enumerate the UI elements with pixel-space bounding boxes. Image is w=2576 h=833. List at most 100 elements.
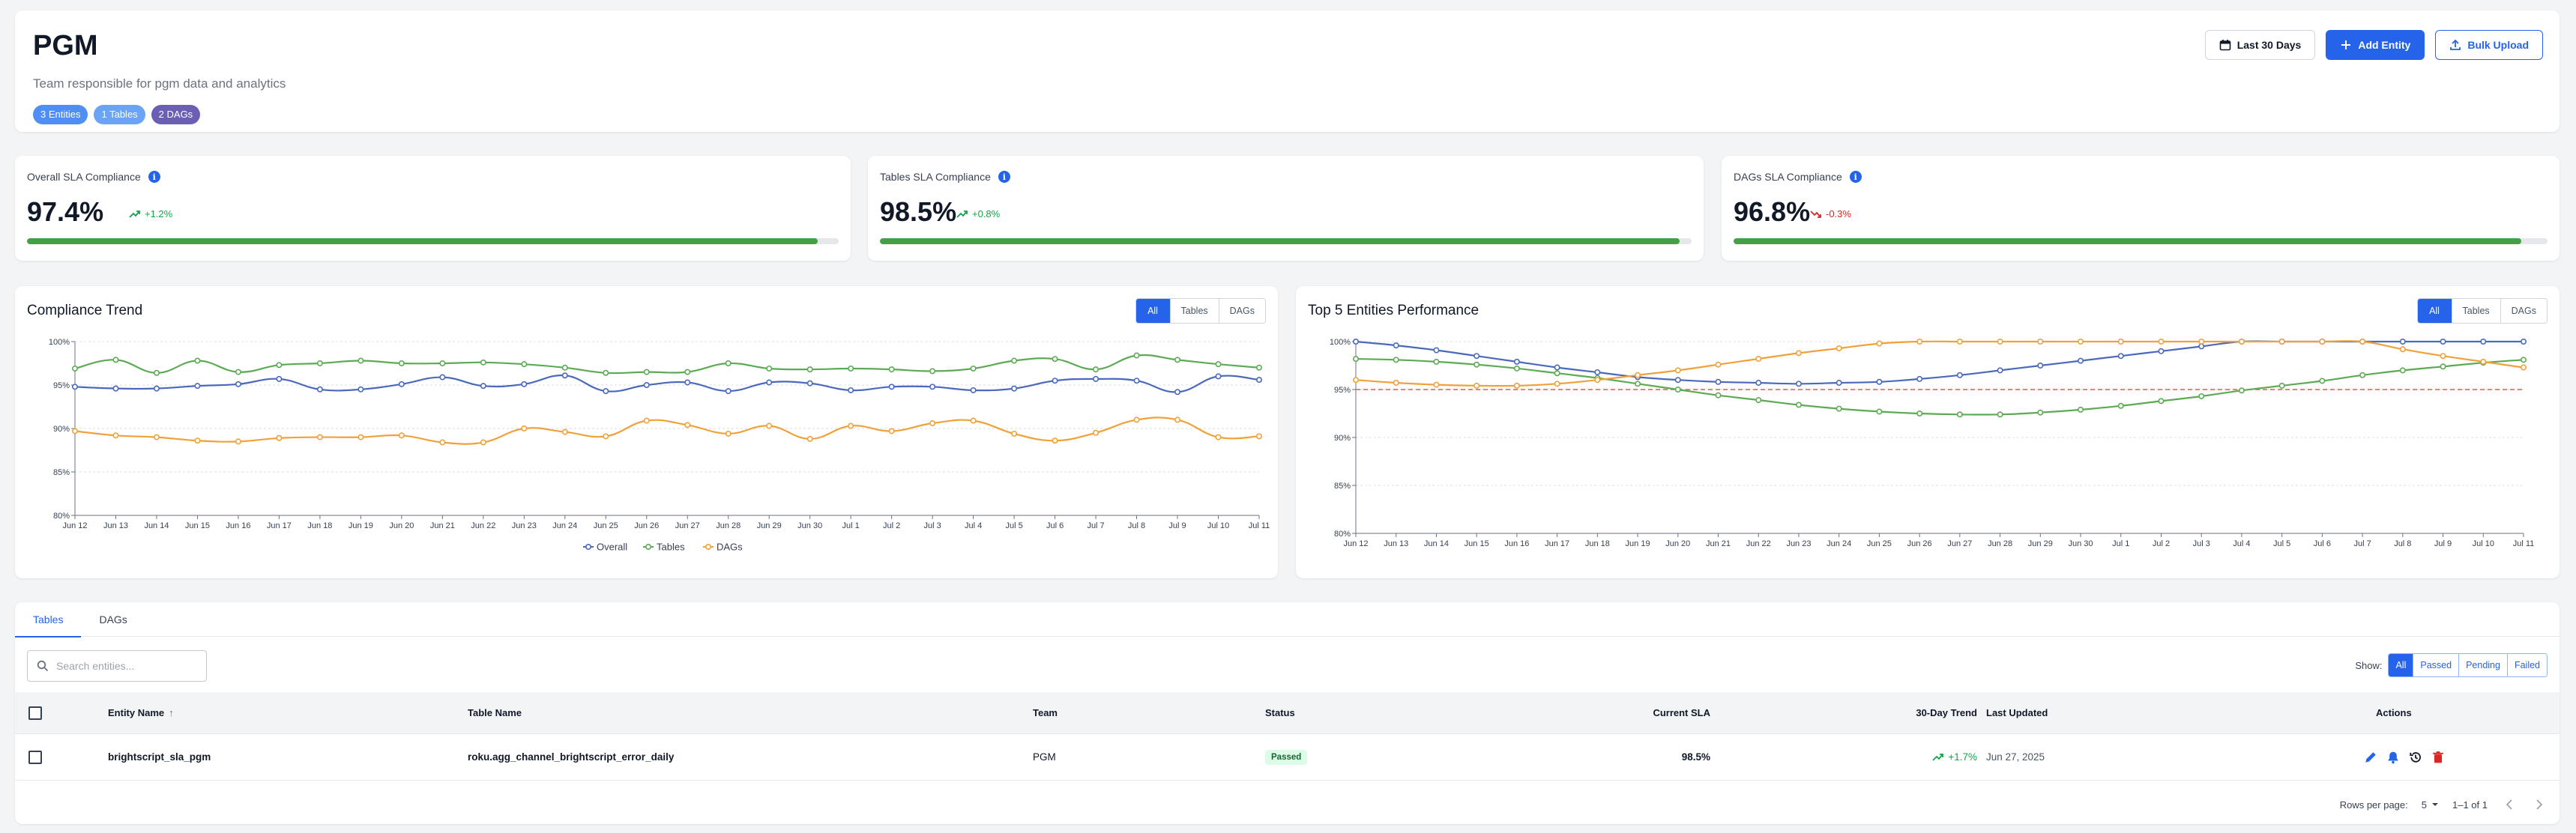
top-data-point[interactable] bbox=[1554, 370, 1560, 377]
top-data-point[interactable] bbox=[1997, 411, 2003, 418]
trend-data-point[interactable] bbox=[766, 379, 773, 386]
top-data-point[interactable] bbox=[1876, 408, 1883, 415]
trend-data-point[interactable] bbox=[316, 434, 323, 440]
trend-data-point[interactable] bbox=[1215, 373, 1222, 380]
tab-dags[interactable]: DAGs bbox=[81, 602, 145, 637]
trend-data-point[interactable] bbox=[235, 438, 241, 445]
trend-data-point[interactable] bbox=[1174, 416, 1181, 423]
top-data-point[interactable] bbox=[2198, 339, 2205, 345]
trend-data-point[interactable] bbox=[561, 372, 568, 379]
top-data-point[interactable] bbox=[1433, 347, 1440, 354]
trend-data-point[interactable] bbox=[970, 365, 977, 372]
top-data-point[interactable] bbox=[2158, 398, 2165, 405]
trend-data-point[interactable] bbox=[1093, 429, 1100, 436]
trend-data-point[interactable] bbox=[1052, 378, 1058, 384]
trend-data-point[interactable] bbox=[888, 428, 895, 434]
trend-data-point[interactable] bbox=[358, 357, 364, 364]
trend-data-point[interactable] bbox=[806, 435, 813, 442]
top-data-point[interactable] bbox=[2399, 339, 2406, 345]
top-data-point[interactable] bbox=[1916, 411, 1923, 417]
info-icon[interactable]: i bbox=[148, 171, 160, 183]
delete-icon[interactable] bbox=[2431, 751, 2445, 764]
trend-data-point[interactable] bbox=[480, 383, 486, 390]
top-data-point[interactable] bbox=[2440, 363, 2446, 370]
trend-data-point[interactable] bbox=[521, 381, 528, 387]
trend-data-point[interactable] bbox=[1256, 364, 1263, 371]
trend-data-point[interactable] bbox=[1256, 377, 1263, 384]
top-data-point[interactable] bbox=[2198, 393, 2205, 399]
trend-data-point[interactable] bbox=[480, 359, 486, 366]
top-data-point[interactable] bbox=[2278, 339, 2285, 345]
top-data-point[interactable] bbox=[2078, 406, 2084, 413]
legend-label[interactable]: Overall bbox=[597, 542, 627, 553]
top-data-point[interactable] bbox=[1473, 353, 1480, 360]
trend-data-point[interactable] bbox=[806, 366, 813, 373]
next-page-button[interactable] bbox=[2531, 796, 2548, 813]
trend-data-point[interactable] bbox=[929, 368, 936, 375]
top-data-point[interactable] bbox=[2037, 409, 2044, 416]
trend-data-point[interactable] bbox=[1256, 433, 1263, 440]
top-data-point[interactable] bbox=[1594, 369, 1601, 375]
top-data-point[interactable] bbox=[1674, 387, 1681, 393]
top-data-point[interactable] bbox=[1795, 402, 1802, 408]
trend-data-point[interactable] bbox=[194, 437, 201, 444]
top-data-point[interactable] bbox=[1393, 342, 1399, 349]
top-data-point[interactable] bbox=[1836, 380, 1842, 387]
top-data-point[interactable] bbox=[2238, 387, 2245, 394]
top-data-point[interactable] bbox=[2319, 339, 2326, 345]
trend-data-point[interactable] bbox=[153, 385, 160, 392]
column-entity-name[interactable]: Entity Name ↑ bbox=[108, 692, 174, 733]
trend-data-point[interactable] bbox=[1174, 389, 1181, 396]
trend-data-point[interactable] bbox=[358, 386, 364, 393]
trend-data-point[interactable] bbox=[684, 379, 691, 386]
trend-data-point[interactable] bbox=[1011, 385, 1018, 392]
top-data-point[interactable] bbox=[1433, 358, 1440, 365]
top-data-point[interactable] bbox=[2319, 378, 2326, 384]
top-data-point[interactable] bbox=[1433, 381, 1440, 388]
trend-data-point[interactable] bbox=[1215, 434, 1222, 440]
trend-data-point[interactable] bbox=[684, 369, 691, 375]
trend-data-point[interactable] bbox=[521, 361, 528, 368]
top-data-point[interactable] bbox=[2278, 382, 2285, 389]
top-data-point[interactable] bbox=[2521, 357, 2527, 363]
top-data-point[interactable] bbox=[1513, 365, 1520, 372]
trend-data-point[interactable] bbox=[276, 362, 283, 369]
tab-tables[interactable]: Tables bbox=[15, 602, 82, 637]
top-data-point[interactable] bbox=[2117, 339, 2124, 345]
trend-data-point[interactable] bbox=[439, 360, 446, 367]
trend-data-point[interactable] bbox=[72, 365, 79, 372]
top-data-point[interactable] bbox=[2117, 402, 2124, 409]
trend-data-point[interactable] bbox=[398, 360, 405, 367]
top-data-point[interactable] bbox=[1836, 345, 1842, 351]
top-data-point[interactable] bbox=[1795, 381, 1802, 387]
trend-data-point[interactable] bbox=[521, 425, 528, 432]
trend-data-point[interactable] bbox=[561, 428, 568, 435]
trend-data-point[interactable] bbox=[112, 385, 119, 392]
trend-data-point[interactable] bbox=[929, 384, 936, 390]
trend-data-point[interactable] bbox=[1011, 357, 1018, 364]
top-data-point[interactable] bbox=[1635, 381, 1641, 387]
date-range-button[interactable]: Last 30 Days bbox=[2204, 30, 2316, 60]
rows-per-page-select[interactable]: 5 bbox=[2422, 799, 2439, 811]
top-data-point[interactable] bbox=[1916, 339, 1923, 345]
top-data-point[interactable] bbox=[1353, 356, 1360, 363]
top-data-point[interactable] bbox=[2399, 367, 2406, 374]
search-input[interactable] bbox=[56, 660, 191, 672]
top-data-point[interactable] bbox=[1715, 392, 1722, 399]
top-data-point[interactable] bbox=[1956, 372, 1963, 378]
trend-data-point[interactable] bbox=[888, 384, 895, 390]
history-icon[interactable] bbox=[2409, 751, 2422, 764]
top-data-point[interactable] bbox=[2359, 339, 2366, 345]
trend-data-point[interactable] bbox=[603, 433, 609, 440]
trend-data-point[interactable] bbox=[684, 422, 691, 428]
trend-data-point[interactable] bbox=[72, 384, 79, 390]
top-data-point[interactable] bbox=[2037, 339, 2044, 345]
trend-data-point[interactable] bbox=[112, 357, 119, 363]
trend-data-point[interactable] bbox=[1052, 437, 1058, 444]
trend-data-point[interactable] bbox=[725, 430, 732, 437]
top-data-point[interactable] bbox=[1353, 377, 1360, 384]
trend-data-point[interactable] bbox=[643, 417, 650, 424]
top-data-point[interactable] bbox=[1916, 375, 1923, 382]
top-data-point[interactable] bbox=[1755, 356, 1762, 363]
filter-passed[interactable]: Passed bbox=[2413, 654, 2460, 676]
